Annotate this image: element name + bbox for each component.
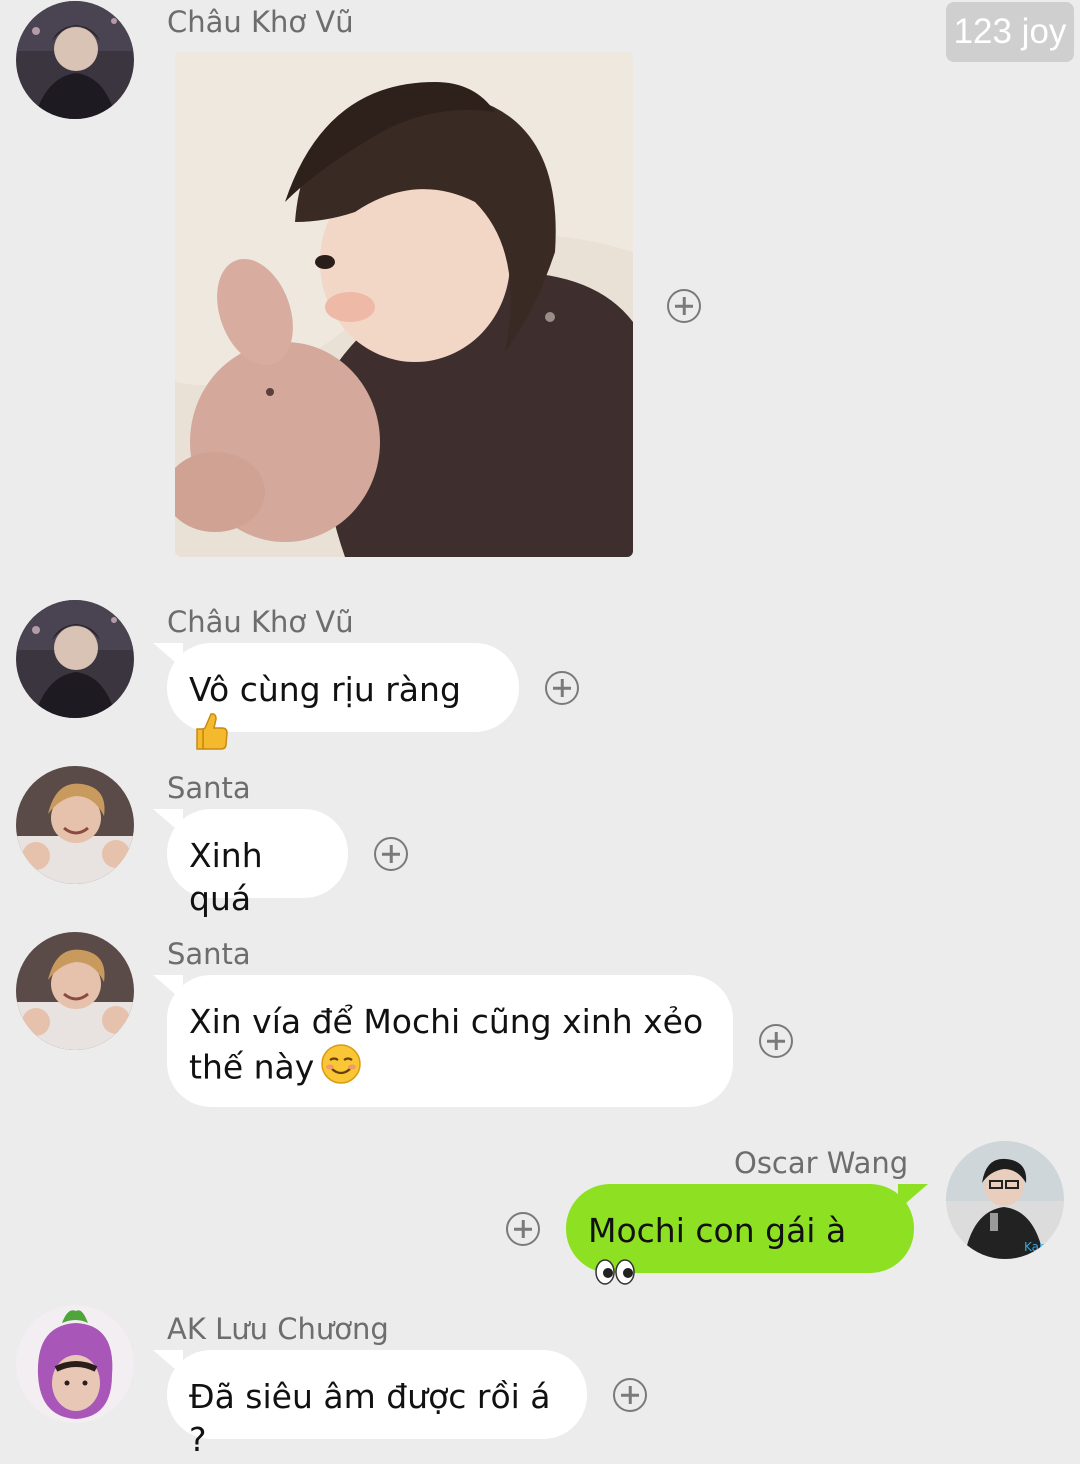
sender-name: AK Lưu Chương	[167, 1312, 389, 1346]
message-text: Vô cùng rịu ràng	[189, 670, 461, 709]
eyes-icon	[594, 1254, 636, 1297]
avatar-oscar-wang[interactable]: Kar	[946, 1141, 1064, 1259]
sender-name: Châu Khơ Vũ	[167, 605, 354, 639]
shared-photo[interactable]	[175, 52, 633, 557]
thumbs-up-icon	[195, 711, 229, 761]
add-reaction-button[interactable]	[613, 1378, 647, 1412]
smiling-face-icon	[320, 1043, 362, 1095]
avatar-santa[interactable]	[16, 932, 134, 1050]
sender-name: Oscar Wang	[734, 1146, 909, 1180]
message-text: Mochi con gái à	[588, 1211, 847, 1250]
bubble-tail	[898, 1184, 928, 1210]
message-bubble[interactable]: Xin vía để Mochi cũng xinh xẻo thế này	[153, 975, 733, 1107]
add-reaction-button[interactable]	[667, 289, 701, 323]
bubble-tail	[153, 1350, 183, 1376]
message-text-line-2: thế này	[189, 1047, 315, 1087]
bubble-tail	[153, 809, 183, 835]
add-reaction-button[interactable]	[759, 1024, 793, 1058]
message-text: Đã siêu âm được rồi á ?	[189, 1377, 551, 1459]
avatar-chau-kho-vu[interactable]	[16, 1, 134, 119]
add-reaction-button[interactable]	[374, 837, 408, 871]
message-bubble[interactable]: Vô cùng rịu ràng	[153, 643, 519, 750]
add-reaction-button[interactable]	[545, 671, 579, 705]
message-bubble[interactable]: Đã siêu âm được rồi á ?	[153, 1350, 587, 1459]
message-bubble[interactable]: Xinh quá	[153, 809, 348, 918]
add-reaction-button[interactable]	[506, 1212, 540, 1246]
message-bubble-outgoing[interactable]: Mochi con gái à	[566, 1184, 928, 1285]
avatar-chau-kho-vu[interactable]	[16, 600, 134, 718]
message-text-line-1: Xin vía để Mochi cũng xinh xẻo	[189, 1002, 704, 1041]
avatar-santa[interactable]	[16, 766, 134, 884]
avatar-ak-luu-chuong[interactable]	[16, 1305, 134, 1423]
sender-name: Santa	[167, 771, 251, 805]
bubble-tail	[153, 975, 183, 1001]
app-badge: 123 joy	[946, 2, 1074, 62]
sender-name: Châu Khơ Vũ	[167, 5, 354, 39]
message-text: Xinh quá	[189, 836, 263, 918]
svg-text:Kar: Kar	[1024, 1240, 1044, 1254]
bubble-tail	[153, 643, 183, 669]
sender-name: Santa	[167, 937, 251, 971]
